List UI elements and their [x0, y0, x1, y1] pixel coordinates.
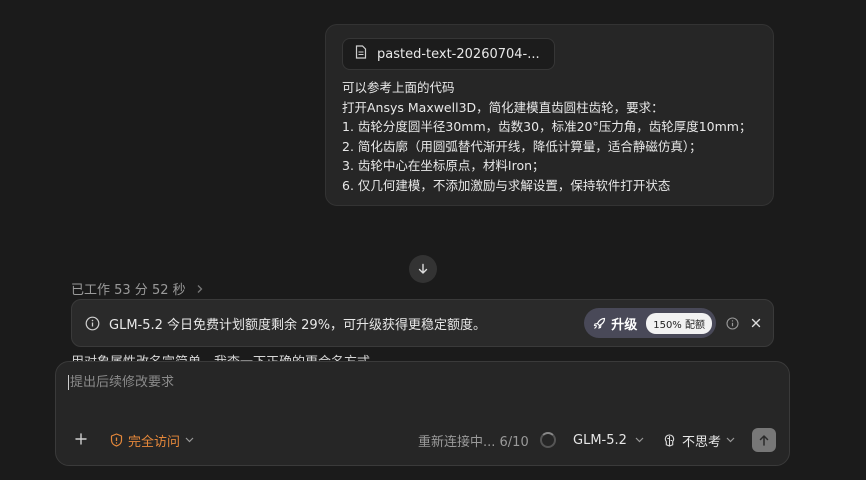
- arrow-up-icon: [759, 435, 769, 446]
- composer: 完全访问 重新连接中... 6/10 GLM-5.2 不思考: [55, 361, 790, 466]
- reconnect-status: 重新连接中... 6/10: [418, 434, 529, 450]
- upgrade-button[interactable]: 升级 150% 配额: [584, 308, 716, 338]
- work-duration-label: 已工作 53 分 52 秒: [71, 283, 186, 298]
- attachment-name: pasted-text-20260704-...: [377, 46, 540, 62]
- followup-input[interactable]: [68, 375, 770, 390]
- access-mode-dropdown[interactable]: 完全访问: [110, 431, 194, 450]
- attachment-chip[interactable]: pasted-text-20260704-...: [342, 38, 555, 70]
- send-button[interactable]: [752, 428, 776, 452]
- add-attachment-button[interactable]: [75, 430, 87, 450]
- access-mode-label: 完全访问: [128, 434, 181, 450]
- message-line: 2. 简化齿廓（用圆弧替代渐开线，降低计算量，适合静磁仿真）；: [342, 138, 702, 154]
- spinner-icon: [540, 432, 556, 448]
- arrow-down-icon: [418, 263, 428, 274]
- close-icon[interactable]: [751, 318, 761, 328]
- message-line: 6. 仅几何建模，不添加激励与求解设置，保持软件打开状态: [342, 177, 671, 193]
- message-line: 可以参考上面的代码: [342, 80, 455, 95]
- thinking-mode-selector[interactable]: 不思考: [662, 431, 735, 450]
- assistant-partial-text: 用对象属性改名完简单，我查一下正确的更合名方式: [71, 350, 771, 361]
- thinking-mode-label: 不思考: [682, 434, 722, 450]
- model-selector[interactable]: GLM-5.2: [573, 433, 644, 448]
- document-icon: [355, 45, 367, 63]
- plus-icon: [75, 433, 87, 445]
- message-line: 1. 齿轮分度圆半径30mm，齿数30，标准20°压力角，齿轮厚度10mm；: [342, 119, 752, 134]
- chevron-right-icon: [197, 284, 203, 293]
- shield-icon: [110, 433, 123, 447]
- brain-icon: [664, 433, 675, 447]
- message-text: 可以参考上面的代码打开Ansys Maxwell3D，简化建模直齿圆柱齿轮，要求…: [342, 78, 757, 195]
- rocket-icon: [593, 317, 606, 329]
- scroll-to-bottom-button[interactable]: [409, 255, 437, 283]
- composer-toolbar: 完全访问 重新连接中... 6/10 GLM-5.2 不思考: [56, 428, 789, 452]
- chevron-down-icon: [185, 437, 194, 443]
- chevron-down-icon: [635, 437, 644, 443]
- chevron-down-icon: [726, 437, 735, 443]
- quota-pill: 150% 配额: [646, 312, 712, 334]
- quota-banner-text: GLM-5.2 今日免费计划额度剩余 29%，可升级获得更稳定额度。: [109, 317, 487, 333]
- model-label: GLM-5.2: [573, 432, 627, 448]
- quota-info-icon[interactable]: [726, 316, 739, 330]
- message-line: 3. 齿轮中心在坐标原点，材料Iron；: [342, 158, 545, 173]
- message-line: 打开Ansys Maxwell3D，简化建模直齿圆柱齿轮，要求：: [342, 99, 664, 115]
- user-message-bubble: pasted-text-20260704-... 可以参考上面的代码打开Ansy…: [325, 24, 774, 206]
- work-duration-toggle[interactable]: 已工作 53 分 52 秒: [71, 279, 204, 298]
- info-icon: [85, 316, 100, 330]
- upgrade-label: 升级: [611, 317, 638, 333]
- quota-banner: GLM-5.2 今日免费计划额度剩余 29%，可升级获得更稳定额度。 升级 15…: [71, 299, 774, 347]
